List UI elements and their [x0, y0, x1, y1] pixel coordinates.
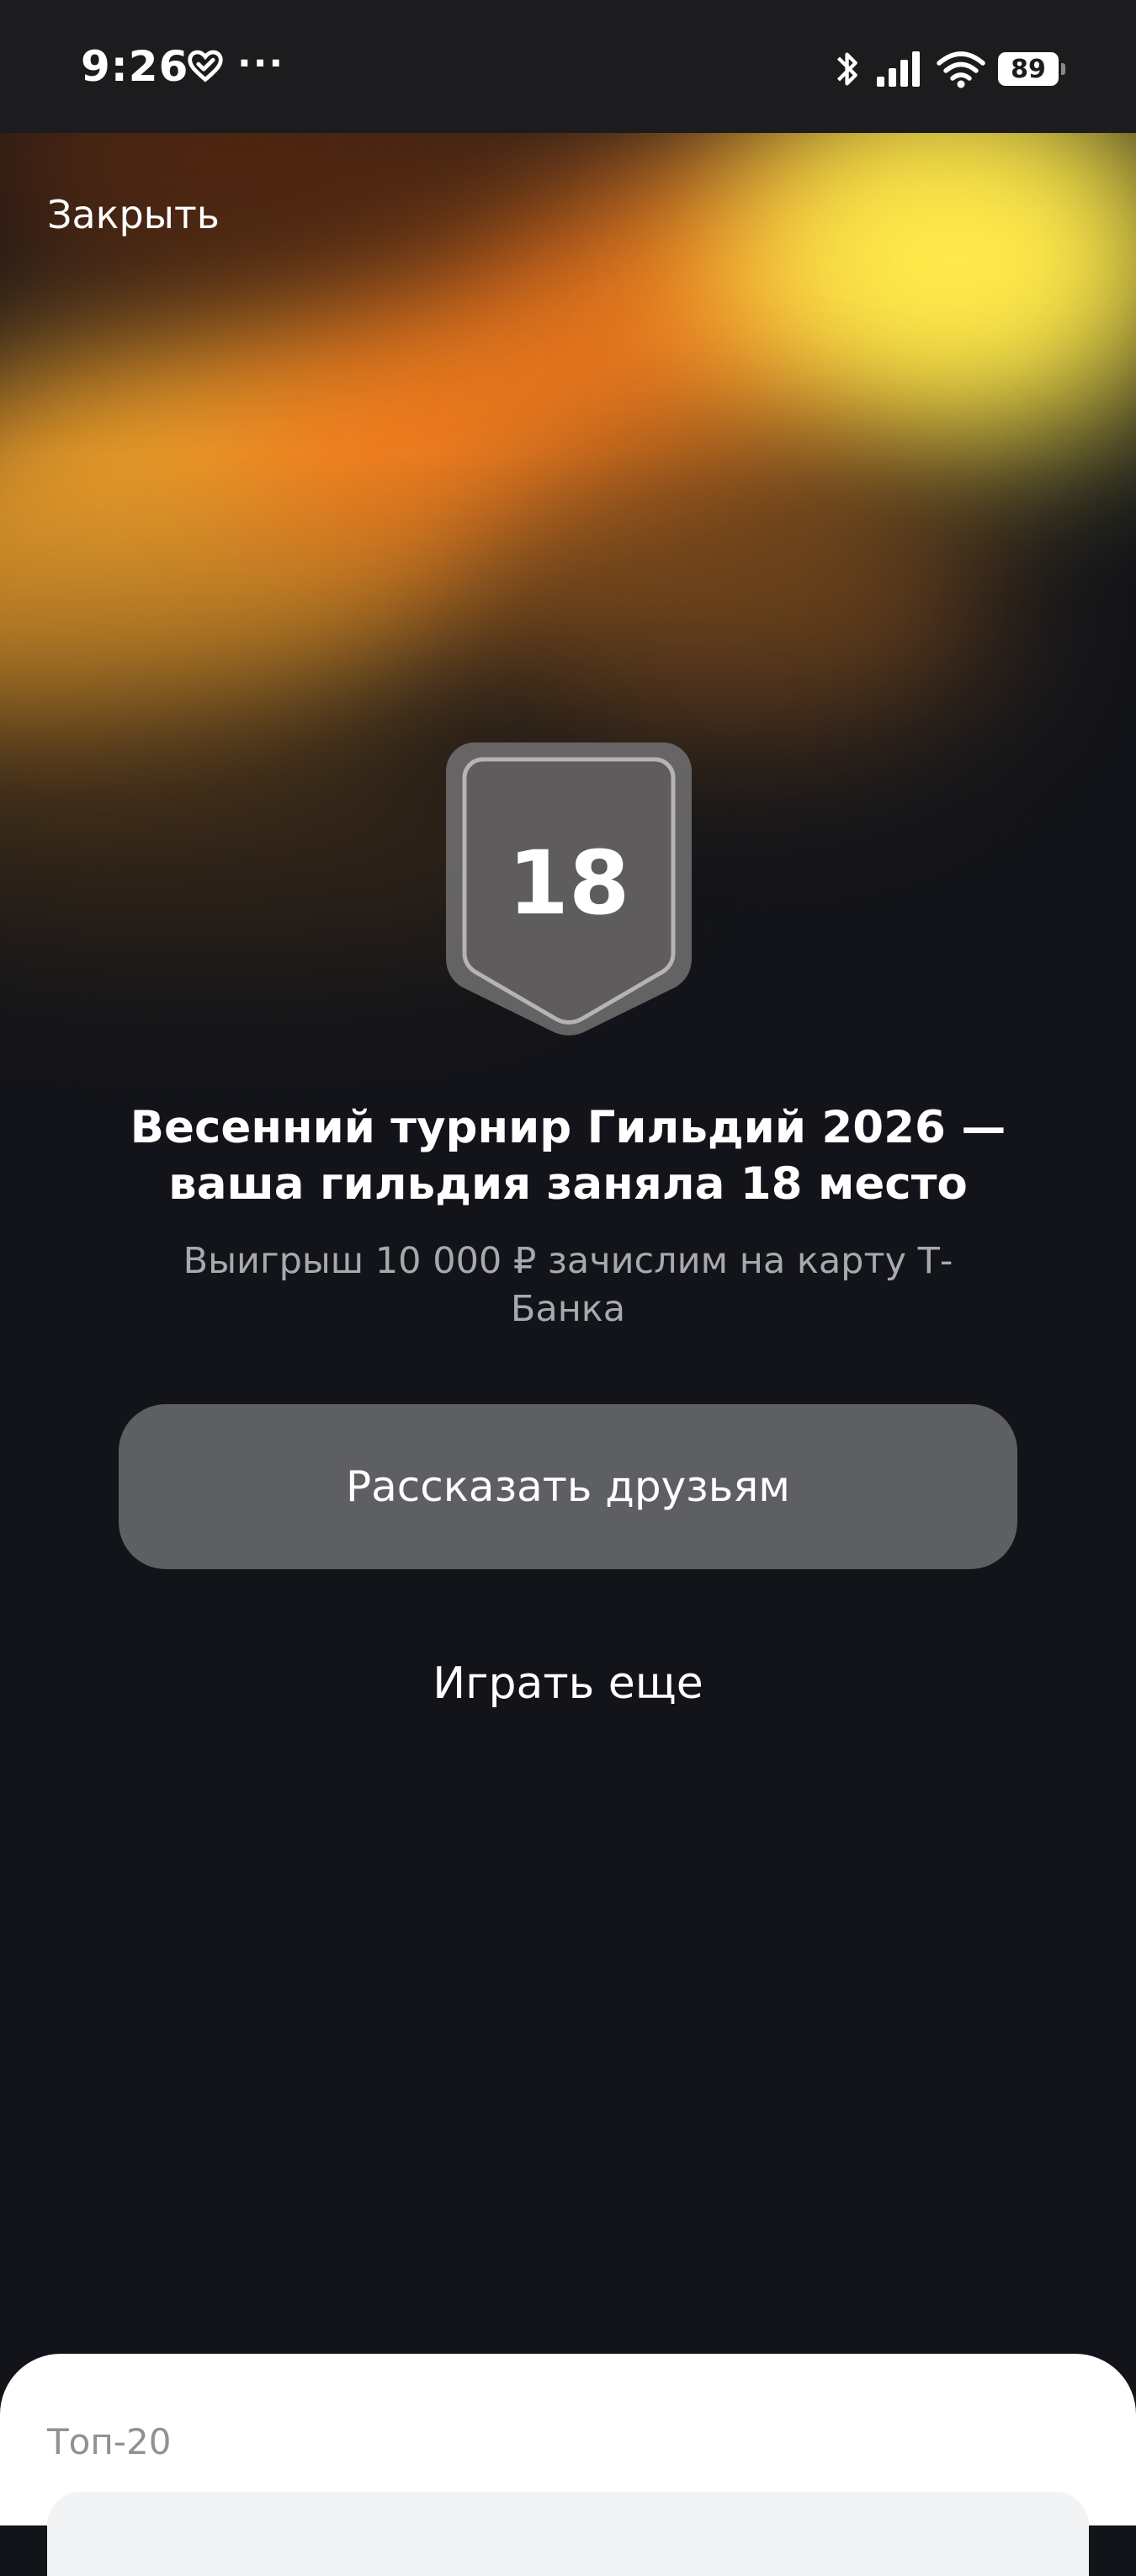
play-again-button[interactable]: Играть еще	[316, 1648, 820, 1719]
battery-icon: 89	[998, 52, 1065, 86]
result-title: Весенний турнир Гильдий 2026 — ваша гиль…	[130, 1102, 1006, 1210]
leaderboard-title: Топ-20	[47, 2421, 172, 2462]
status-time: 9:26	[81, 42, 189, 91]
close-button[interactable]: Закрыть	[47, 192, 220, 237]
more-notifications-icon: ···	[237, 42, 285, 85]
place-number: 18	[507, 832, 630, 934]
result-subtitle: Выигрыш 10 000 ₽ зачислим на карту Т-Бан…	[183, 1240, 953, 1330]
signal-icon	[877, 51, 920, 87]
leaderboard-sheet[interactable]: Топ-20	[0, 2354, 1136, 2576]
status-icons: 89	[833, 45, 1065, 93]
place-badge: 18	[444, 741, 693, 1037]
status-bar: 9:26 ··· 89	[0, 0, 1136, 133]
heart-check-icon	[188, 50, 223, 82]
wifi-icon	[937, 51, 985, 88]
list-item[interactable]	[47, 2492, 1089, 2576]
bluetooth-icon	[836, 52, 857, 86]
share-with-friends-button[interactable]: Рассказать друзьям	[119, 1404, 1017, 1569]
